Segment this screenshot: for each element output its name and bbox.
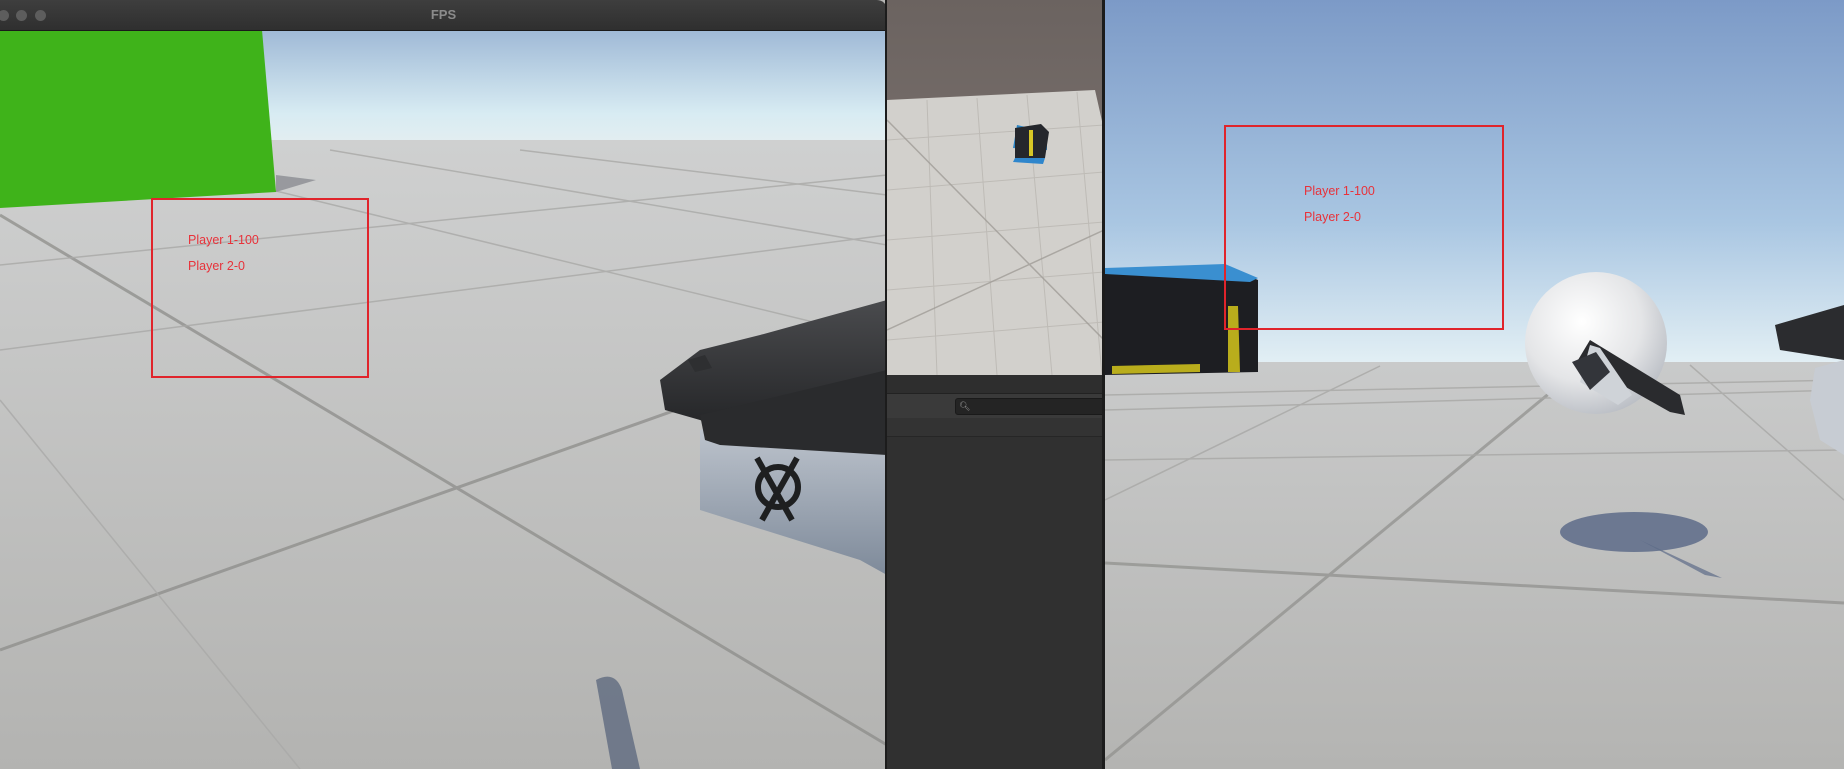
fps-scene-render [0, 30, 887, 769]
fps-score-box: Player 1-100 Player 2-0 [151, 198, 369, 378]
game-player2-score: Player 2-0 [1304, 210, 1361, 224]
game-score-box: Player 1-100 Player 2-0 [1224, 125, 1504, 330]
scene-search-input[interactable] [970, 399, 1104, 414]
fps-game-window[interactable]: FPS Player 1-100 Player 2-0 [0, 0, 887, 769]
scene-window[interactable]: 🔍︎ [887, 0, 1104, 769]
game-viewport[interactable] [1105, 0, 1844, 769]
scene-toolbar: 🔍︎ [887, 393, 1104, 419]
game-scene-render [1105, 0, 1844, 769]
fps-viewport[interactable] [0, 30, 887, 769]
scene-render [887, 0, 1104, 375]
fps-player1-score: Player 1-100 [188, 233, 259, 247]
scene-search-field[interactable]: 🔍︎ [955, 398, 1104, 415]
search-icon: 🔍︎ [959, 401, 971, 411]
fps-player2-score: Player 2-0 [188, 259, 245, 273]
scene-view[interactable] [887, 0, 1104, 375]
fps-window-titlebar[interactable]: FPS [0, 0, 887, 31]
game-window[interactable]: Player 1-100 Player 2-0 [1105, 0, 1844, 769]
hierarchy-panel[interactable] [887, 437, 1104, 769]
scene-subbar [887, 418, 1104, 437]
fps-window-title: FPS [430, 7, 457, 22]
game-player1-score: Player 1-100 [1304, 184, 1375, 198]
